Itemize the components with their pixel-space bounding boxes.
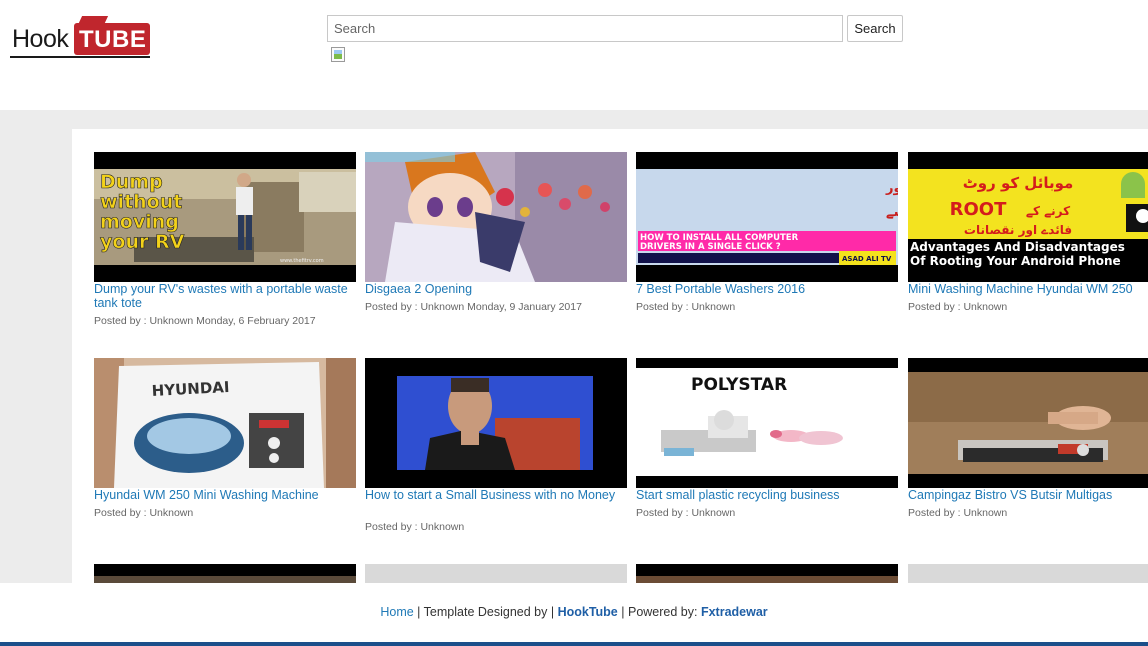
logo-tube-box: TUBE	[74, 23, 150, 55]
video-thumbnail[interactable]	[636, 564, 898, 583]
hooktube-logo[interactable]: Hook TUBE	[10, 16, 152, 60]
bottom-bar	[0, 642, 1148, 646]
thumb-text: Advantages And Disadvantages	[910, 240, 1125, 254]
footer-separator: |	[621, 605, 628, 619]
logo-hook-text: Hook	[12, 25, 69, 53]
video-title[interactable]: 7 Best Portable Washers 2016	[636, 282, 892, 296]
video-meta: Posted by : Unknown Monday, 9 January 20…	[365, 301, 582, 313]
footer-credits: Home | Template Designed by | HookTube |…	[0, 605, 1148, 619]
video-thumbnail[interactable]: اپنے کمپیوٹر میں سارے ڈرائیور انسٹال کری…	[636, 152, 898, 282]
header: Hook TUBE Search	[0, 0, 1148, 110]
video-thumbnail[interactable]	[908, 358, 1148, 488]
broken-image-leaf	[334, 54, 342, 59]
footer: Home | Template Designed by | HookTube |…	[0, 583, 1148, 642]
thumb-text: without	[100, 191, 182, 213]
thumb-urdu-text: اپنے کمپیوٹر میں سارے ڈرائیور	[885, 181, 898, 196]
footer-separator: |	[550, 605, 558, 619]
footer-designed-text: Template Designed by	[423, 605, 548, 619]
thumb-urdu-text: موبائل کو روٹ	[963, 174, 1074, 192]
thumb-urdu-text: فائدے اور نقصانات	[964, 223, 1072, 238]
video-thumbnail[interactable]: موبائل کو روٹ ROOT کرنے کے فائدے اور نقص…	[908, 152, 1148, 282]
video-thumbnail[interactable]: HYUNDAI	[94, 358, 356, 488]
video-meta: Posted by : Unknown	[636, 507, 736, 519]
logo-underline	[10, 56, 150, 58]
video-grid: Dump without moving your RV www.thefitrv…	[72, 129, 1148, 583]
video-meta: Posted by : Unknown	[908, 301, 1008, 313]
video-title[interactable]: Disgaea 2 Opening	[365, 282, 621, 296]
video-thumbnail[interactable]	[365, 152, 627, 282]
svg-text:www.thefitrv.com: www.thefitrv.com	[280, 258, 324, 264]
video-thumbnail[interactable]: Dump without moving your RV www.thefitrv…	[94, 152, 356, 282]
thumb-urdu-text: انسٹال کریں صرف ایک کلک سے	[886, 205, 898, 220]
video-thumbnail[interactable]: POLYSTAR	[636, 358, 898, 488]
video-title[interactable]: Dump your RV's wastes with a portable wa…	[94, 282, 350, 310]
thumb-text: POLYSTAR	[691, 375, 787, 395]
thumb-text: your RV	[100, 231, 185, 253]
broken-image-icon	[331, 47, 345, 62]
video-meta: Posted by : Unknown	[365, 521, 465, 533]
thumb-text: DRIVERS IN A SINGLE CLICK ?	[640, 242, 781, 252]
video-title[interactable]: Hyundai WM 250 Mini Washing Machine	[94, 488, 350, 502]
video-meta: Posted by : Unknown	[908, 507, 1008, 519]
video-title[interactable]: Campingaz Bistro VS Butsir Multigas	[908, 488, 1148, 502]
footer-brand-link[interactable]: HookTube	[558, 605, 618, 619]
video-title[interactable]: Mini Washing Machine Hyundai WM 250	[908, 282, 1148, 296]
search-button[interactable]: Search	[847, 15, 903, 42]
main-area: Dump without moving your RV www.thefitrv…	[0, 110, 1148, 583]
video-meta: Posted by : Unknown Monday, 6 February 2…	[94, 315, 316, 327]
thumb-text: ROOT	[950, 199, 1007, 220]
footer-home-link[interactable]: Home	[380, 605, 413, 619]
video-meta: Posted by : Unknown	[636, 301, 736, 313]
video-meta: Posted by : Unknown	[94, 507, 194, 519]
video-title[interactable]: How to start a Small Business with no Mo…	[365, 488, 621, 502]
thumb-text: moving	[100, 211, 179, 233]
search-input[interactable]	[327, 15, 843, 42]
logo-tube-text: TUBE	[79, 26, 147, 53]
video-thumbnail[interactable]	[365, 564, 627, 583]
thumb-urdu-text: کرنے کے	[1026, 204, 1070, 218]
video-title[interactable]: Start small plastic recycling business	[636, 488, 892, 502]
footer-powered-text: Powered by:	[627, 605, 698, 619]
video-thumbnail[interactable]	[94, 564, 356, 583]
thumb-text: Of Rooting Your Android Phone	[910, 254, 1121, 268]
thumb-brand-text: ASAD ALI TV	[842, 255, 892, 263]
video-thumbnail[interactable]	[908, 564, 1148, 583]
video-thumbnail[interactable]	[365, 358, 627, 488]
footer-powered-link[interactable]: Fxtradewar	[701, 605, 768, 619]
thumb-text: Dump	[100, 171, 163, 193]
